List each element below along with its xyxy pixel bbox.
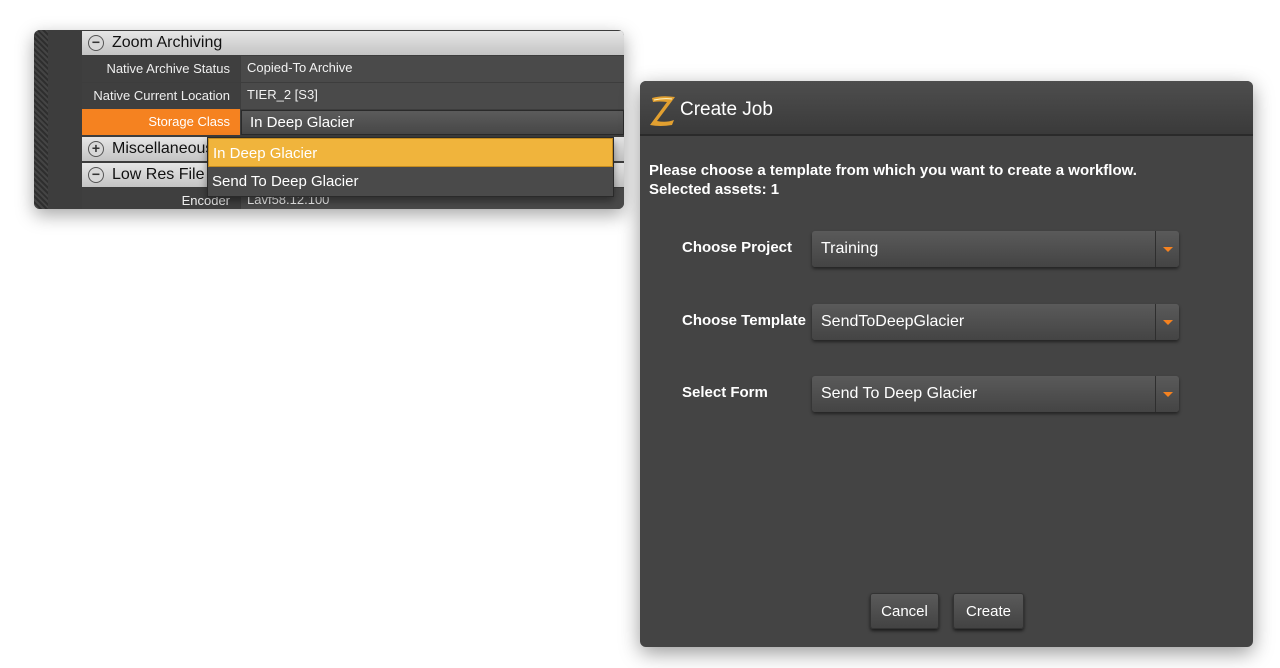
create-button[interactable]: Create (953, 593, 1024, 629)
selected-assets: Selected assets: 1 (649, 181, 780, 198)
collapse-icon[interactable]: − (88, 167, 104, 183)
field-project: Choose Project Training (682, 231, 1180, 267)
dropdown-option[interactable]: Send To Deep Glacier (208, 167, 613, 196)
field-label: Choose Template (682, 312, 806, 329)
expand-icon[interactable]: + (88, 141, 104, 157)
panel-gutter (34, 30, 48, 209)
chevron-down-icon[interactable] (623, 111, 624, 134)
chevron-down-icon[interactable] (1155, 304, 1179, 340)
select-value: Send To Deep Glacier (821, 385, 978, 402)
template-select[interactable]: SendToDeepGlacier (812, 304, 1179, 340)
row-storage-class: Storage Class In Deep Glacier (82, 109, 624, 135)
zoom-logo-icon (650, 96, 675, 126)
section-zoom-archiving[interactable]: − Zoom Archiving (82, 31, 624, 55)
collapse-icon[interactable]: − (88, 35, 104, 51)
intro-text: Please choose a template from which you … (649, 162, 1137, 179)
section-title: Zoom Archiving (112, 34, 223, 51)
row-label: Native Archive Status (82, 56, 240, 82)
field-template: Choose Template SendToDeepGlacier (682, 304, 1180, 340)
chevron-down-icon[interactable] (1155, 231, 1179, 267)
row-native-current-location: Native Current Location TIER_2 [S3] (82, 83, 624, 109)
row-native-archive-status: Native Archive Status Copied-To Archive (82, 56, 624, 82)
project-select[interactable]: Training (812, 231, 1179, 267)
row-value: Copied-To Archive (241, 56, 624, 82)
create-job-dialog: Create Job Please choose a template from… (640, 81, 1253, 647)
row-value-text: Copied-To Archive (247, 60, 353, 75)
form-select[interactable]: Send To Deep Glacier (812, 376, 1179, 412)
field-form: Select Form Send To Deep Glacier (682, 376, 1180, 412)
field-label: Choose Project (682, 239, 793, 256)
cancel-button[interactable]: Cancel (870, 593, 939, 629)
dialog-titlebar: Create Job (640, 81, 1253, 136)
storage-class-dropdown: In Deep Glacier Send To Deep Glacier (207, 137, 614, 197)
row-value: TIER_2 [S3] (241, 83, 624, 109)
chevron-down-icon[interactable] (1155, 376, 1179, 412)
dialog-intro: Please choose a template from which you … (649, 161, 1137, 199)
dropdown-option[interactable]: In Deep Glacier (208, 138, 613, 167)
dialog-title: Create Job (680, 99, 773, 120)
row-label: Storage Class (82, 109, 240, 135)
field-label: Select Form (682, 384, 768, 401)
section-title: Miscellaneous (112, 140, 214, 157)
storage-class-select[interactable]: In Deep Glacier (241, 110, 624, 135)
row-label: Native Current Location (82, 83, 240, 109)
select-value: In Deep Glacier (250, 114, 355, 131)
row-value-text: TIER_2 [S3] (247, 87, 318, 102)
select-value: Training (821, 240, 879, 257)
select-value: SendToDeepGlacier (821, 313, 965, 330)
